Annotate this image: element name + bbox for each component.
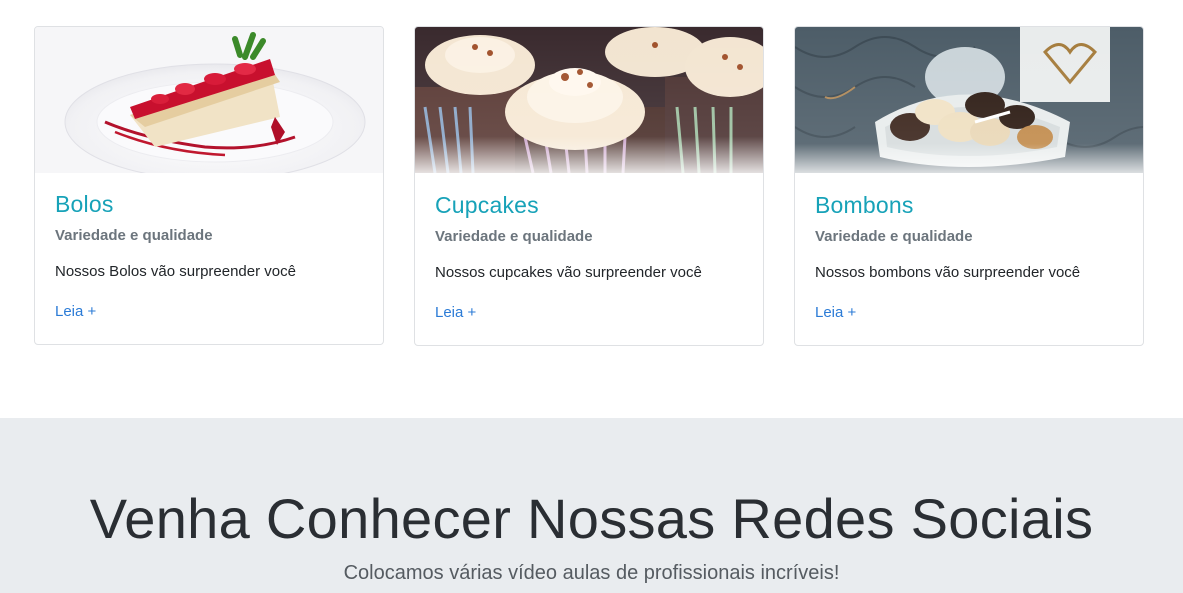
card-subtitle: Variedade e qualidade xyxy=(815,228,973,245)
social-jumbotron: Venha Conhecer Nossas Redes Sociais Colo… xyxy=(0,418,1183,593)
card-title: Cupcakes xyxy=(435,192,539,218)
card-subtitle: Variedade e qualidade xyxy=(435,228,593,245)
jumbotron-title: Venha Conhecer Nossas Redes Sociais xyxy=(89,487,1094,550)
card-bolos: Bolos Variedade e qualidade Nossos Bolos… xyxy=(34,26,384,345)
read-more-link[interactable]: Leia + xyxy=(815,304,856,321)
card-cupcakes: Cupcakes Variedade e qualidade Nossos cu… xyxy=(414,26,764,346)
card-text: Nossos bombons vão surpreender você xyxy=(815,264,1081,281)
jumbotron-subtitle: Colocamos várias vídeo aulas de profissi… xyxy=(343,562,840,584)
card-title: Bolos xyxy=(55,191,114,217)
card-text: Nossos Bolos vão surpreender você xyxy=(55,263,296,280)
cake-slice-image xyxy=(35,27,383,173)
chocolates-image xyxy=(795,27,1143,173)
card-title: Bombons xyxy=(815,192,914,218)
read-more-link[interactable]: Leia + xyxy=(435,304,476,321)
cards-section: Bolos Variedade e qualidade Nossos Bolos… xyxy=(0,0,1183,418)
read-more-link[interactable]: Leia + xyxy=(55,303,96,320)
card-text: Nossos cupcakes vão surpreender você xyxy=(435,264,702,281)
card-bombons: Bombons Variedade e qualidade Nossos bom… xyxy=(794,26,1144,346)
cupcakes-image xyxy=(415,27,763,173)
card-subtitle: Variedade e qualidade xyxy=(55,227,213,244)
